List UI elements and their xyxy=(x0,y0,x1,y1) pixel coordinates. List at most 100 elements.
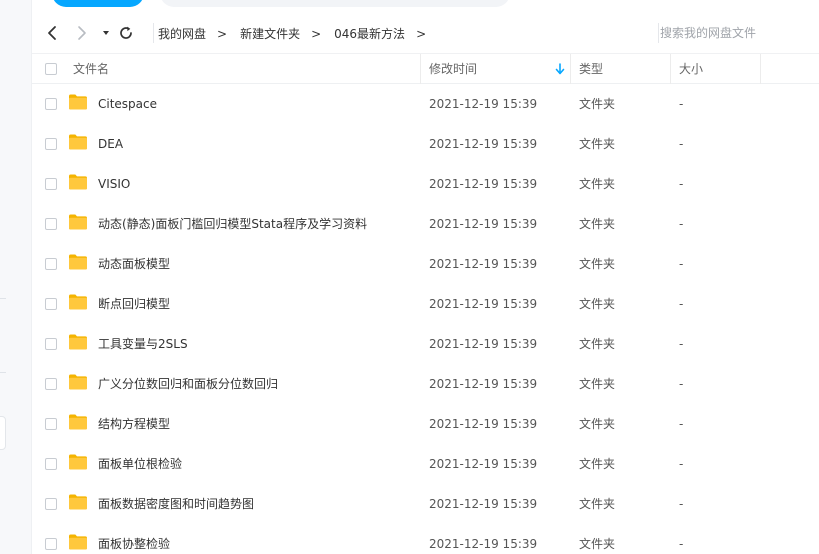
breadcrumb: 我的网盘 > 新建文件夹 > 046最新方法 > xyxy=(158,25,439,42)
file-name[interactable]: 工具变量与2SLS xyxy=(98,324,188,364)
column-header-modified[interactable]: 修改时间 xyxy=(429,54,477,84)
table-row[interactable]: 面板协整检验 2021-12-19 15:39 文件夹 - xyxy=(32,524,819,554)
file-type: 文件夹 xyxy=(579,97,616,111)
row-checkbox[interactable] xyxy=(45,498,57,510)
table-row[interactable]: Citespace 2021-12-19 15:39 文件夹 - xyxy=(32,84,819,124)
file-size: - xyxy=(679,377,684,391)
modified-time: 2021-12-19 15:39 xyxy=(429,537,538,551)
file-size: - xyxy=(679,497,684,511)
file-name[interactable]: 广义分位数回归和面板分位数回归 xyxy=(98,364,278,404)
table-row[interactable]: 面板单位根检验 2021-12-19 15:39 文件夹 - xyxy=(32,444,819,484)
row-checkbox[interactable] xyxy=(45,378,57,390)
navigation-bar: 我的网盘 > 新建文件夹 > 046最新方法 > xyxy=(32,14,819,52)
row-checkbox[interactable] xyxy=(45,418,57,430)
table-row[interactable]: 面板数据密度图和时间趋势图 2021-12-19 15:39 文件夹 - xyxy=(32,484,819,524)
file-type: 文件夹 xyxy=(579,537,616,551)
modified-time: 2021-12-19 15:39 xyxy=(429,217,538,231)
modified-time: 2021-12-19 15:39 xyxy=(429,97,538,111)
folder-icon xyxy=(69,334,87,350)
folder-icon xyxy=(69,294,87,310)
breadcrumb-item-folder[interactable]: 新建文件夹 xyxy=(240,25,300,42)
table-row[interactable]: 动态(静态)面板门槛回归模型Stata程序及学习资料 2021-12-19 15:… xyxy=(32,204,819,244)
table-row[interactable]: DEA 2021-12-19 15:39 文件夹 - xyxy=(32,124,819,164)
file-list: 文件名 修改时间 类型 大小 Citespace 2021-12-19 15:39… xyxy=(32,53,819,554)
breadcrumb-item-root[interactable]: 我的网盘 xyxy=(158,25,206,42)
left-sidebar xyxy=(0,0,32,554)
file-name[interactable]: 结构方程模型 xyxy=(98,404,170,444)
table-row[interactable]: 广义分位数回归和面板分位数回归 2021-12-19 15:39 文件夹 - xyxy=(32,364,819,404)
arrow-down-icon[interactable] xyxy=(554,62,566,76)
top-search-bar[interactable] xyxy=(160,0,510,7)
modified-time: 2021-12-19 15:39 xyxy=(429,337,538,351)
table-row[interactable]: VISIO 2021-12-19 15:39 文件夹 - xyxy=(32,164,819,204)
modified-time: 2021-12-19 15:39 xyxy=(429,177,538,191)
column-header-type[interactable]: 类型 xyxy=(579,54,603,84)
table-header: 文件名 修改时间 类型 大小 xyxy=(32,53,819,84)
folder-icon xyxy=(69,214,87,230)
modified-time: 2021-12-19 15:39 xyxy=(429,457,538,471)
sidebar-toggle[interactable] xyxy=(0,416,6,450)
file-size: - xyxy=(679,297,684,311)
file-name[interactable]: DEA xyxy=(98,124,123,164)
modified-time: 2021-12-19 15:39 xyxy=(429,137,538,151)
select-all-checkbox[interactable] xyxy=(45,63,57,75)
breadcrumb-separator: > xyxy=(217,26,228,41)
row-checkbox[interactable] xyxy=(45,458,57,470)
file-name[interactable]: 动态(静态)面板门槛回归模型Stata程序及学习资料 xyxy=(98,204,367,244)
file-size: - xyxy=(679,417,684,431)
refresh-button[interactable] xyxy=(116,22,136,44)
row-checkbox[interactable] xyxy=(45,218,57,230)
folder-icon xyxy=(69,534,87,550)
file-type: 文件夹 xyxy=(579,377,616,391)
row-checkbox[interactable] xyxy=(45,98,57,110)
folder-icon xyxy=(69,374,87,390)
column-divider xyxy=(570,54,571,84)
file-size: - xyxy=(679,217,684,231)
forward-button[interactable] xyxy=(72,22,92,44)
file-type: 文件夹 xyxy=(579,257,616,271)
folder-icon xyxy=(69,254,87,270)
breadcrumb-separator: > xyxy=(416,26,427,41)
file-name[interactable]: 面板数据密度图和时间趋势图 xyxy=(98,484,254,524)
column-header-name[interactable]: 文件名 xyxy=(73,54,109,84)
row-checkbox[interactable] xyxy=(45,298,57,310)
file-type: 文件夹 xyxy=(579,457,616,471)
folder-icon xyxy=(69,454,87,470)
file-type: 文件夹 xyxy=(579,417,616,431)
table-row[interactable]: 结构方程模型 2021-12-19 15:39 文件夹 - xyxy=(32,404,819,444)
column-header-size[interactable]: 大小 xyxy=(679,54,703,84)
folder-icon xyxy=(69,494,87,510)
row-checkbox[interactable] xyxy=(45,258,57,270)
file-name[interactable]: 面板单位根检验 xyxy=(98,444,182,484)
row-checkbox[interactable] xyxy=(45,138,57,150)
back-button[interactable] xyxy=(42,22,62,44)
row-checkbox[interactable] xyxy=(45,178,57,190)
sidebar-divider xyxy=(0,298,6,299)
chevron-left-icon xyxy=(48,26,56,40)
file-size: - xyxy=(679,97,684,111)
table-row[interactable]: 工具变量与2SLS 2021-12-19 15:39 文件夹 - xyxy=(32,324,819,364)
row-checkbox[interactable] xyxy=(45,338,57,350)
table-row[interactable]: 动态面板模型 2021-12-19 15:39 文件夹 - xyxy=(32,244,819,284)
search-input[interactable] xyxy=(660,22,819,44)
file-type: 文件夹 xyxy=(579,177,616,191)
file-name[interactable]: VISIO xyxy=(98,164,130,204)
table-row[interactable]: 断点回归模型 2021-12-19 15:39 文件夹 - xyxy=(32,284,819,324)
folder-icon xyxy=(69,174,87,190)
file-name[interactable]: Citespace xyxy=(98,84,157,124)
file-name[interactable]: 动态面板模型 xyxy=(98,244,170,284)
folder-icon xyxy=(69,134,87,150)
chevron-right-icon xyxy=(78,26,86,40)
row-checkbox[interactable] xyxy=(45,538,57,550)
modified-time: 2021-12-19 15:39 xyxy=(429,497,538,511)
upload-button[interactable] xyxy=(52,0,144,7)
folder-icon xyxy=(69,414,87,430)
history-dropdown-button[interactable] xyxy=(96,22,116,44)
breadcrumb-item-current[interactable]: 046最新方法 xyxy=(334,25,405,42)
refresh-icon xyxy=(120,26,132,39)
file-name[interactable]: 面板协整检验 xyxy=(98,524,170,554)
file-name[interactable]: 断点回归模型 xyxy=(98,284,170,324)
file-size: - xyxy=(679,257,684,271)
file-size: - xyxy=(679,337,684,351)
folder-icon xyxy=(69,94,87,110)
